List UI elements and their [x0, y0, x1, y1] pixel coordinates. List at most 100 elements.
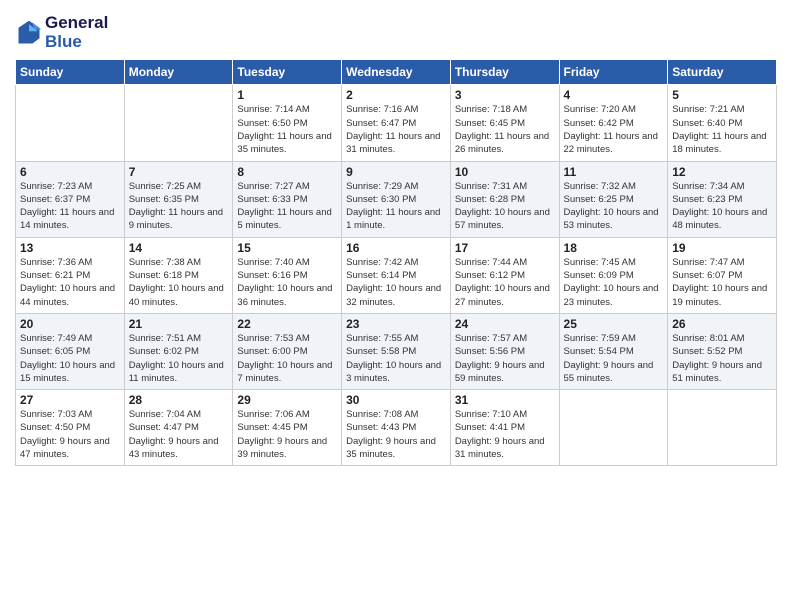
- day-number: 7: [129, 165, 229, 179]
- weekday-header-row: SundayMondayTuesdayWednesdayThursdayFrid…: [16, 60, 777, 85]
- day-cell: 16Sunrise: 7:42 AMSunset: 6:14 PMDayligh…: [342, 237, 451, 313]
- day-number: 27: [20, 393, 120, 407]
- weekday-header-saturday: Saturday: [668, 60, 777, 85]
- day-cell: 24Sunrise: 7:57 AMSunset: 5:56 PMDayligh…: [450, 313, 559, 389]
- day-number: 1: [237, 88, 337, 102]
- weekday-header-thursday: Thursday: [450, 60, 559, 85]
- header: General Blue: [15, 10, 777, 51]
- week-row-4: 20Sunrise: 7:49 AMSunset: 6:05 PMDayligh…: [16, 313, 777, 389]
- day-cell: 22Sunrise: 7:53 AMSunset: 6:00 PMDayligh…: [233, 313, 342, 389]
- day-cell: 12Sunrise: 7:34 AMSunset: 6:23 PMDayligh…: [668, 161, 777, 237]
- day-detail: Sunrise: 7:21 AMSunset: 6:40 PMDaylight:…: [672, 103, 772, 156]
- day-cell: 27Sunrise: 7:03 AMSunset: 4:50 PMDayligh…: [16, 390, 125, 466]
- day-number: 12: [672, 165, 772, 179]
- day-cell: 25Sunrise: 7:59 AMSunset: 5:54 PMDayligh…: [559, 313, 668, 389]
- day-cell: 26Sunrise: 8:01 AMSunset: 5:52 PMDayligh…: [668, 313, 777, 389]
- day-cell: 29Sunrise: 7:06 AMSunset: 4:45 PMDayligh…: [233, 390, 342, 466]
- day-number: 15: [237, 241, 337, 255]
- day-detail: Sunrise: 7:53 AMSunset: 6:00 PMDaylight:…: [237, 332, 337, 385]
- day-number: 23: [346, 317, 446, 331]
- day-number: 18: [564, 241, 664, 255]
- day-cell: 3Sunrise: 7:18 AMSunset: 6:45 PMDaylight…: [450, 85, 559, 161]
- day-cell: 23Sunrise: 7:55 AMSunset: 5:58 PMDayligh…: [342, 313, 451, 389]
- day-cell: 8Sunrise: 7:27 AMSunset: 6:33 PMDaylight…: [233, 161, 342, 237]
- day-detail: Sunrise: 7:45 AMSunset: 6:09 PMDaylight:…: [564, 256, 664, 309]
- day-detail: Sunrise: 7:25 AMSunset: 6:35 PMDaylight:…: [129, 180, 229, 233]
- day-detail: Sunrise: 8:01 AMSunset: 5:52 PMDaylight:…: [672, 332, 772, 385]
- day-detail: Sunrise: 7:34 AMSunset: 6:23 PMDaylight:…: [672, 180, 772, 233]
- day-cell: 4Sunrise: 7:20 AMSunset: 6:42 PMDaylight…: [559, 85, 668, 161]
- day-detail: Sunrise: 7:36 AMSunset: 6:21 PMDaylight:…: [20, 256, 120, 309]
- day-number: 8: [237, 165, 337, 179]
- day-detail: Sunrise: 7:55 AMSunset: 5:58 PMDaylight:…: [346, 332, 446, 385]
- page: General Blue SundayMondayTuesdayWednesda…: [0, 0, 792, 612]
- day-cell: [124, 85, 233, 161]
- day-detail: Sunrise: 7:08 AMSunset: 4:43 PMDaylight:…: [346, 408, 446, 461]
- day-cell: 1Sunrise: 7:14 AMSunset: 6:50 PMDaylight…: [233, 85, 342, 161]
- day-number: 4: [564, 88, 664, 102]
- day-detail: Sunrise: 7:29 AMSunset: 6:30 PMDaylight:…: [346, 180, 446, 233]
- day-detail: Sunrise: 7:18 AMSunset: 6:45 PMDaylight:…: [455, 103, 555, 156]
- day-number: 6: [20, 165, 120, 179]
- day-number: 5: [672, 88, 772, 102]
- day-number: 2: [346, 88, 446, 102]
- day-detail: Sunrise: 7:38 AMSunset: 6:18 PMDaylight:…: [129, 256, 229, 309]
- day-number: 19: [672, 241, 772, 255]
- day-detail: Sunrise: 7:10 AMSunset: 4:41 PMDaylight:…: [455, 408, 555, 461]
- day-detail: Sunrise: 7:44 AMSunset: 6:12 PMDaylight:…: [455, 256, 555, 309]
- day-cell: [668, 390, 777, 466]
- day-detail: Sunrise: 7:23 AMSunset: 6:37 PMDaylight:…: [20, 180, 120, 233]
- day-detail: Sunrise: 7:03 AMSunset: 4:50 PMDaylight:…: [20, 408, 120, 461]
- day-number: 17: [455, 241, 555, 255]
- day-number: 24: [455, 317, 555, 331]
- day-detail: Sunrise: 7:32 AMSunset: 6:25 PMDaylight:…: [564, 180, 664, 233]
- day-number: 20: [20, 317, 120, 331]
- day-cell: 28Sunrise: 7:04 AMSunset: 4:47 PMDayligh…: [124, 390, 233, 466]
- day-cell: 2Sunrise: 7:16 AMSunset: 6:47 PMDaylight…: [342, 85, 451, 161]
- day-cell: 18Sunrise: 7:45 AMSunset: 6:09 PMDayligh…: [559, 237, 668, 313]
- calendar-table: SundayMondayTuesdayWednesdayThursdayFrid…: [15, 59, 777, 466]
- day-cell: 15Sunrise: 7:40 AMSunset: 6:16 PMDayligh…: [233, 237, 342, 313]
- weekday-header-wednesday: Wednesday: [342, 60, 451, 85]
- day-number: 14: [129, 241, 229, 255]
- logo-text: General Blue: [45, 14, 108, 51]
- weekday-header-tuesday: Tuesday: [233, 60, 342, 85]
- day-number: 21: [129, 317, 229, 331]
- day-number: 25: [564, 317, 664, 331]
- day-detail: Sunrise: 7:14 AMSunset: 6:50 PMDaylight:…: [237, 103, 337, 156]
- weekday-header-monday: Monday: [124, 60, 233, 85]
- weekday-header-sunday: Sunday: [16, 60, 125, 85]
- day-detail: Sunrise: 7:47 AMSunset: 6:07 PMDaylight:…: [672, 256, 772, 309]
- day-cell: 20Sunrise: 7:49 AMSunset: 6:05 PMDayligh…: [16, 313, 125, 389]
- day-number: 11: [564, 165, 664, 179]
- day-cell: 13Sunrise: 7:36 AMSunset: 6:21 PMDayligh…: [16, 237, 125, 313]
- day-number: 10: [455, 165, 555, 179]
- day-cell: 14Sunrise: 7:38 AMSunset: 6:18 PMDayligh…: [124, 237, 233, 313]
- day-cell: 9Sunrise: 7:29 AMSunset: 6:30 PMDaylight…: [342, 161, 451, 237]
- day-detail: Sunrise: 7:42 AMSunset: 6:14 PMDaylight:…: [346, 256, 446, 309]
- day-cell: 30Sunrise: 7:08 AMSunset: 4:43 PMDayligh…: [342, 390, 451, 466]
- day-detail: Sunrise: 7:06 AMSunset: 4:45 PMDaylight:…: [237, 408, 337, 461]
- day-detail: Sunrise: 7:04 AMSunset: 4:47 PMDaylight:…: [129, 408, 229, 461]
- week-row-1: 1Sunrise: 7:14 AMSunset: 6:50 PMDaylight…: [16, 85, 777, 161]
- logo-icon: [15, 19, 43, 47]
- day-cell: 19Sunrise: 7:47 AMSunset: 6:07 PMDayligh…: [668, 237, 777, 313]
- day-cell: 17Sunrise: 7:44 AMSunset: 6:12 PMDayligh…: [450, 237, 559, 313]
- day-detail: Sunrise: 7:49 AMSunset: 6:05 PMDaylight:…: [20, 332, 120, 385]
- day-number: 9: [346, 165, 446, 179]
- day-detail: Sunrise: 7:51 AMSunset: 6:02 PMDaylight:…: [129, 332, 229, 385]
- day-number: 16: [346, 241, 446, 255]
- day-detail: Sunrise: 7:16 AMSunset: 6:47 PMDaylight:…: [346, 103, 446, 156]
- day-number: 22: [237, 317, 337, 331]
- day-number: 28: [129, 393, 229, 407]
- day-cell: 7Sunrise: 7:25 AMSunset: 6:35 PMDaylight…: [124, 161, 233, 237]
- day-detail: Sunrise: 7:27 AMSunset: 6:33 PMDaylight:…: [237, 180, 337, 233]
- day-detail: Sunrise: 7:40 AMSunset: 6:16 PMDaylight:…: [237, 256, 337, 309]
- day-cell: 11Sunrise: 7:32 AMSunset: 6:25 PMDayligh…: [559, 161, 668, 237]
- day-cell: 5Sunrise: 7:21 AMSunset: 6:40 PMDaylight…: [668, 85, 777, 161]
- day-cell: 31Sunrise: 7:10 AMSunset: 4:41 PMDayligh…: [450, 390, 559, 466]
- day-number: 31: [455, 393, 555, 407]
- day-number: 3: [455, 88, 555, 102]
- day-number: 13: [20, 241, 120, 255]
- week-row-2: 6Sunrise: 7:23 AMSunset: 6:37 PMDaylight…: [16, 161, 777, 237]
